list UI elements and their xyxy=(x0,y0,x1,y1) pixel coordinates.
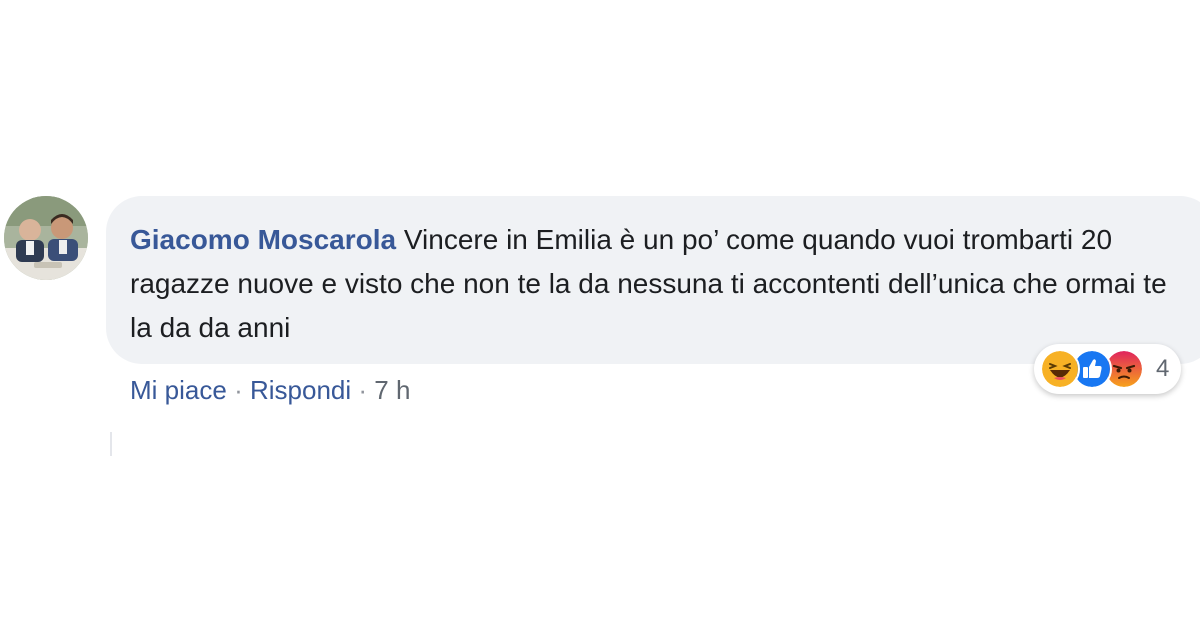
comment-actions: Mi piace · Rispondi · 7 h xyxy=(130,370,410,410)
reply-button[interactable]: Rispondi xyxy=(250,375,351,405)
avatar[interactable] xyxy=(4,196,88,280)
action-separator: · xyxy=(234,375,243,405)
reaction-count: 4 xyxy=(1156,355,1170,382)
reactions-summary[interactable]: 4 xyxy=(1034,344,1182,394)
like-button[interactable]: Mi piace xyxy=(130,375,227,405)
comment-bubble: Giacomo Moscarola Vincere in Emilia è un… xyxy=(106,196,1200,364)
comment: Giacomo Moscarola Vincere in Emilia è un… xyxy=(0,0,1200,636)
comment-body: Giacomo Moscarola Vincere in Emilia è un… xyxy=(130,218,1190,350)
author-name-link[interactable]: Giacomo Moscarola xyxy=(130,224,396,255)
thread-line xyxy=(110,432,112,456)
action-separator: · xyxy=(358,375,368,405)
haha-icon xyxy=(1040,349,1080,389)
avatar-photo xyxy=(4,196,88,280)
comment-timestamp[interactable]: 7 h xyxy=(374,375,410,405)
